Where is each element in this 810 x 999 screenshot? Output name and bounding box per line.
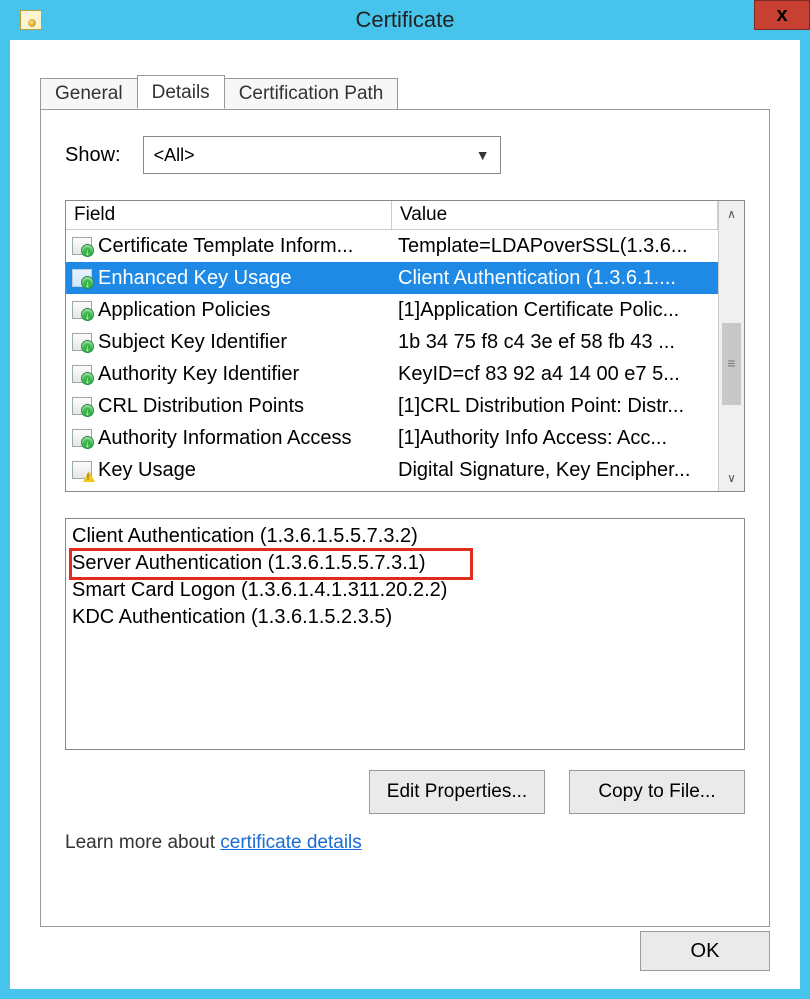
table-row[interactable]: Certificate Template Inform... Template=L… <box>66 230 718 262</box>
column-field-header[interactable]: Field <box>66 201 392 230</box>
listview-body: Field Value Certificate Template Inform.… <box>66 201 718 491</box>
show-value: <All> <box>154 145 195 166</box>
vertical-scrollbar[interactable]: ∧ ∨ <box>718 201 744 491</box>
learn-more-row: Learn more about certificate details <box>65 832 745 854</box>
field-value: [1]Application Certificate Polic... <box>392 299 718 322</box>
field-name: Subject Key Identifier <box>98 331 287 354</box>
edit-properties-button[interactable]: Edit Properties... <box>369 770 545 814</box>
close-button[interactable]: x <box>754 0 810 30</box>
column-value-header[interactable]: Value <box>392 201 718 230</box>
field-name: CRL Distribution Points <box>98 395 304 418</box>
field-name: Authority Information Access <box>98 427 351 450</box>
listview-header: Field Value <box>66 201 718 230</box>
tab-general[interactable]: General <box>40 78 138 112</box>
detail-textbox[interactable]: Client Authentication (1.3.6.1.5.5.7.3.2… <box>65 518 745 750</box>
detail-line: KDC Authentication (1.3.6.1.5.2.3.5) <box>72 604 738 631</box>
extension-icon <box>72 429 92 447</box>
tab-certification-path[interactable]: Certification Path <box>224 78 399 112</box>
table-row[interactable]: Subject Key Identifier 1b 34 75 f8 c4 3e … <box>66 326 718 358</box>
warning-icon <box>72 461 92 479</box>
field-name: Application Policies <box>98 299 270 322</box>
table-row[interactable]: Application Policies [1]Application Certi… <box>66 294 718 326</box>
learn-more-prefix: Learn more about <box>65 832 220 853</box>
field-name: Certificate Template Inform... <box>98 235 353 258</box>
extension-icon <box>72 301 92 319</box>
client-area: General Details Certification Path Show:… <box>10 40 800 989</box>
field-value: Template=LDAPoverSSL(1.3.6... <box>392 235 718 258</box>
listview-rows: Certificate Template Inform... Template=L… <box>66 230 718 491</box>
copy-to-file-button[interactable]: Copy to File... <box>569 770 745 814</box>
table-row[interactable]: Authority Key Identifier KeyID=cf 83 92 a… <box>66 358 718 390</box>
field-value: Client Authentication (1.3.6.1.... <box>392 267 718 290</box>
field-name: Key Usage <box>98 459 196 482</box>
table-row[interactable]: Enhanced Key Usage Client Authentication … <box>66 262 718 294</box>
scroll-down-button[interactable]: ∨ <box>719 465 744 491</box>
extension-icon <box>72 333 92 351</box>
tab-strip: General Details Certification Path <box>40 75 800 109</box>
window-title: Certificate <box>355 7 454 33</box>
certificate-icon <box>20 10 42 30</box>
field-value: [1]Authority Info Access: Acc... <box>392 427 718 450</box>
tab-details[interactable]: Details <box>137 75 225 109</box>
ok-button[interactable]: OK <box>640 931 770 971</box>
detail-line: Client Authentication (1.3.6.1.5.5.7.3.2… <box>72 523 738 550</box>
detail-line: Server Authentication (1.3.6.1.5.5.7.3.1… <box>72 550 738 577</box>
field-value: 1b 34 75 f8 c4 3e ef 58 fb 43 ... <box>392 331 718 354</box>
extension-icon <box>72 397 92 415</box>
table-row[interactable]: CRL Distribution Points [1]CRL Distributi… <box>66 390 718 422</box>
extension-icon <box>72 237 92 255</box>
chevron-down-icon: ▼ <box>476 147 490 163</box>
certificate-window: Certificate x General Details Certificat… <box>0 0 810 999</box>
details-tab-page: Show: <All> ▼ Field Value Certificate Te… <box>40 109 770 927</box>
scroll-track[interactable] <box>719 227 744 465</box>
table-row[interactable]: Key Usage Digital Signature, Key Encipher… <box>66 454 718 486</box>
show-label: Show: <box>65 144 121 167</box>
field-value: [1]CRL Distribution Point: Distr... <box>392 395 718 418</box>
certificate-details-link[interactable]: certificate details <box>220 832 362 853</box>
ok-row: OK <box>640 931 770 971</box>
field-name: Enhanced Key Usage <box>98 267 291 290</box>
extension-icon <box>72 269 92 287</box>
titlebar: Certificate x <box>0 0 810 40</box>
table-row[interactable]: Authority Information Access [1]Authority… <box>66 422 718 454</box>
show-filter-row: Show: <All> ▼ <box>65 136 745 174</box>
close-icon: x <box>776 4 787 27</box>
scroll-up-button[interactable]: ∧ <box>719 201 744 227</box>
field-name: Authority Key Identifier <box>98 363 299 386</box>
field-value: KeyID=cf 83 92 a4 14 00 e7 5... <box>392 363 718 386</box>
button-row: Edit Properties... Copy to File... <box>65 770 745 814</box>
fields-listview: Field Value Certificate Template Inform.… <box>65 200 745 492</box>
scroll-thumb[interactable] <box>722 323 741 405</box>
show-combobox[interactable]: <All> ▼ <box>143 136 501 174</box>
detail-line: Smart Card Logon (1.3.6.1.4.1.311.20.2.2… <box>72 577 738 604</box>
field-value: Digital Signature, Key Encipher... <box>392 459 718 482</box>
extension-icon <box>72 365 92 383</box>
